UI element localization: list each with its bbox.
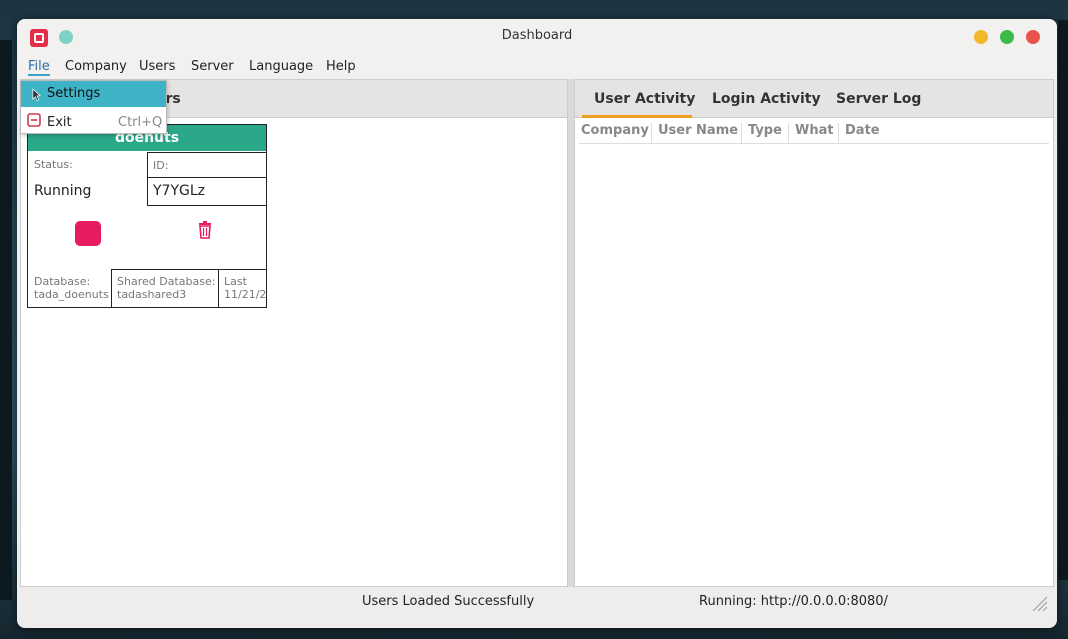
exit-label: Exit bbox=[47, 115, 72, 130]
minimize-button[interactable] bbox=[974, 30, 988, 44]
title-bar: Dashboard bbox=[17, 19, 1057, 55]
maximize-button[interactable] bbox=[1000, 30, 1014, 44]
resize-grip-icon[interactable] bbox=[1031, 595, 1047, 611]
server-card: doenuts Status: Running ID: Y7YGLz Datab… bbox=[27, 124, 267, 308]
exit-icon bbox=[27, 113, 41, 127]
column-what[interactable]: What bbox=[788, 123, 834, 143]
background-tree-right bbox=[1058, 20, 1068, 580]
shared-database-box: Shared Database: tadashared3 bbox=[111, 269, 219, 308]
stop-server-button[interactable] bbox=[75, 221, 101, 246]
last-value: 11/21/2 bbox=[224, 288, 267, 301]
settings-label: Settings bbox=[47, 86, 101, 101]
status-bar: Users Loaded Successfully Running: http:… bbox=[17, 591, 1057, 615]
database-value: tada_doenuts bbox=[34, 288, 109, 301]
status-value: Running bbox=[34, 183, 92, 199]
column-user-name[interactable]: User Name bbox=[651, 123, 738, 143]
menu-company[interactable]: Company bbox=[65, 59, 127, 74]
activity-table-header: Company User Name Type What Date bbox=[579, 118, 1049, 144]
id-field[interactable]: Y7YGLz bbox=[147, 177, 267, 206]
menu-server[interactable]: Server bbox=[191, 59, 234, 74]
tab-server-log[interactable]: Server Log bbox=[836, 91, 921, 107]
trash-icon[interactable] bbox=[198, 221, 212, 239]
last-box: Last 11/21/2 bbox=[218, 269, 267, 308]
id-label: ID: bbox=[153, 159, 169, 172]
menu-file[interactable]: File bbox=[28, 59, 50, 76]
id-value: Y7YGLz bbox=[153, 183, 206, 199]
status-message: Users Loaded Successfully bbox=[362, 594, 535, 609]
window-title: Dashboard bbox=[501, 28, 573, 43]
menu-language[interactable]: Language bbox=[249, 59, 313, 74]
column-company[interactable]: Company bbox=[579, 123, 649, 143]
server-status: Running: http://0.0.0.0:8080/ bbox=[699, 594, 888, 609]
dashboard-window: Dashboard File Company Users Server Lang… bbox=[17, 19, 1057, 628]
background-tree-left bbox=[0, 40, 12, 600]
menu-item-exit[interactable]: Exit Ctrl+Q bbox=[21, 108, 166, 134]
column-type[interactable]: Type bbox=[741, 123, 782, 143]
shared-database-label: Shared Database: bbox=[117, 275, 216, 288]
database-label: Database: bbox=[34, 275, 91, 288]
activity-tabs: User Activity Login Activity Server Log bbox=[575, 80, 1053, 118]
menu-item-settings[interactable]: Settings bbox=[21, 81, 166, 107]
exit-shortcut: Ctrl+Q bbox=[118, 115, 163, 130]
activity-pane: User Activity Login Activity Server Log … bbox=[574, 79, 1054, 587]
main-content: ers doenuts Status: Running ID: Y7YGLz D… bbox=[20, 79, 1054, 587]
status-label: Status: bbox=[34, 158, 73, 171]
last-label: Last bbox=[224, 275, 247, 288]
menu-users[interactable]: Users bbox=[139, 59, 175, 74]
tab-user-activity[interactable]: User Activity bbox=[594, 91, 695, 107]
servers-pane: ers doenuts Status: Running ID: Y7YGLz D… bbox=[20, 79, 568, 587]
tab-login-activity[interactable]: Login Activity bbox=[712, 91, 821, 107]
cursor-icon bbox=[32, 88, 42, 102]
menu-help[interactable]: Help bbox=[326, 59, 356, 74]
file-menu-dropdown: Settings Exit Ctrl+Q bbox=[20, 80, 167, 134]
id-label-box: ID: bbox=[147, 152, 267, 178]
shared-database-value: tadashared3 bbox=[117, 288, 187, 301]
menu-bar: File Company Users Server Language Help bbox=[17, 55, 1057, 79]
close-button[interactable] bbox=[1026, 30, 1040, 44]
column-date[interactable]: Date bbox=[838, 123, 880, 143]
